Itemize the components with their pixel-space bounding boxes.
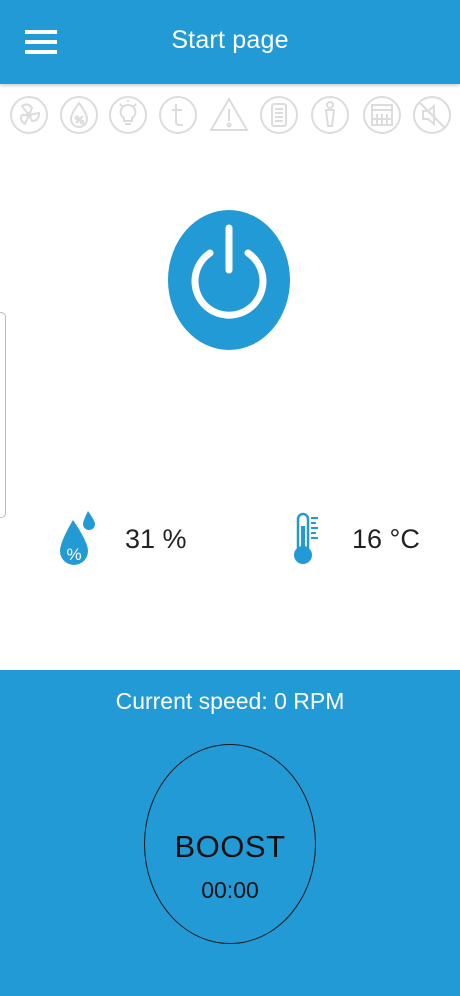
mute-status-icon <box>411 94 453 136</box>
power-icon <box>191 224 267 319</box>
status-icon-strip <box>0 90 460 146</box>
warning-status-icon <box>208 94 250 136</box>
temperature-value: 16 °C <box>352 524 420 554</box>
fan-status-icon <box>8 94 50 136</box>
humidity-value: 31 % <box>125 524 187 554</box>
filter-status-icon <box>258 94 300 136</box>
boost-label: BOOST <box>174 829 286 864</box>
humidity-reading: % 31 % <box>56 510 206 570</box>
app-bar: Start page <box>0 0 460 84</box>
power-button[interactable] <box>168 210 290 350</box>
boost-timer: 00:00 <box>201 877 259 903</box>
temperature-reading: 16 °C <box>290 510 440 570</box>
humidity-status-icon <box>58 94 100 136</box>
svg-text:%: % <box>66 545 81 564</box>
timer-status-icon <box>157 94 199 136</box>
boost-button[interactable]: BOOST 00:00 <box>144 744 316 944</box>
boost-panel: Current speed: 0 RPM BOOST 00:00 <box>0 670 460 996</box>
humidity-drop-icon: % <box>60 511 95 565</box>
person-status-icon <box>309 94 351 136</box>
light-status-icon <box>107 94 149 136</box>
page-title: Start page <box>171 26 289 54</box>
calendar-status-icon <box>361 94 403 136</box>
thermometer-icon <box>294 512 318 564</box>
side-drawer-handle[interactable] <box>0 312 6 518</box>
current-speed-text: Current speed: 0 RPM <box>115 688 345 714</box>
